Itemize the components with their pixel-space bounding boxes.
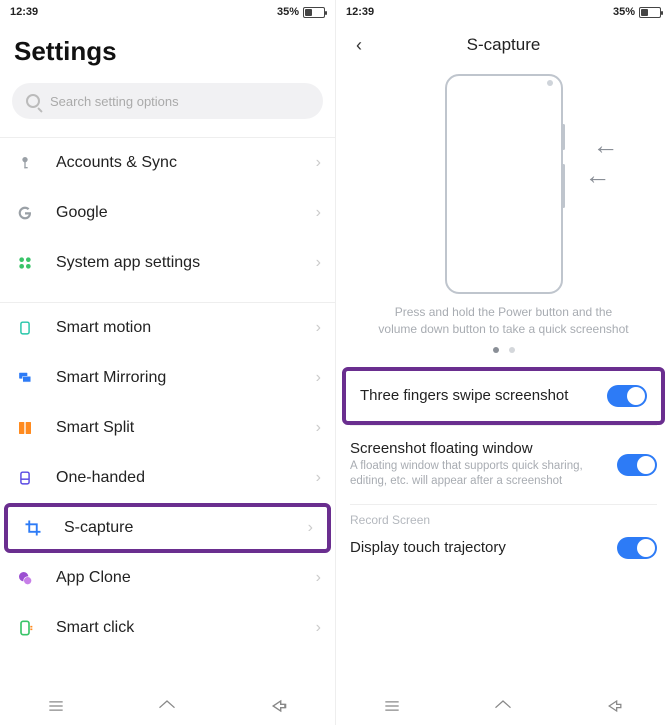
- chevron-right-icon: ›: [316, 619, 321, 637]
- arrow-icon: ←: [593, 132, 619, 158]
- phone-illustration: [445, 74, 563, 294]
- crop-icon: [22, 519, 44, 537]
- phone-icon: [14, 319, 36, 337]
- settings-item-one-handed[interactable]: One-handed›: [0, 453, 335, 503]
- page-indicator[interactable]: [493, 347, 515, 353]
- status-bar: 12:39 35%: [0, 0, 335, 22]
- settings-item-label: Smart click: [56, 619, 316, 637]
- settings-item-label: Smart Split: [56, 419, 316, 437]
- setting-desc: A floating window that supports quick sh…: [350, 459, 590, 490]
- settings-item-system-app-settings[interactable]: System app settings›: [0, 238, 335, 288]
- settings-item-label: Google: [56, 204, 316, 222]
- settings-item-accounts-sync[interactable]: Accounts & Sync›: [0, 138, 335, 188]
- settings-item-app-clone[interactable]: App Clone›: [0, 553, 335, 603]
- chevron-right-icon: ›: [316, 254, 321, 272]
- settings-item-label: Smart Mirroring: [56, 369, 316, 387]
- settings-screen: 12:39 35% Settings Search setting option…: [0, 0, 335, 725]
- section-header: Record Screen: [336, 505, 671, 529]
- setting-three-finger[interactable]: Three fingers swipe screenshot: [346, 371, 661, 421]
- smartclick-icon: [14, 619, 36, 637]
- subheader: ‹ S-capture: [336, 22, 671, 68]
- toggle-switch[interactable]: [607, 385, 647, 407]
- setting-label: Display touch trajectory: [350, 539, 506, 556]
- nav-home[interactable]: [493, 696, 513, 721]
- illustration: ← ← Press and hold the Power button and …: [336, 68, 671, 367]
- battery-pct: 35%: [277, 6, 299, 18]
- settings-item-s-capture[interactable]: S-capture›: [4, 503, 331, 553]
- chevron-right-icon: ›: [308, 519, 313, 537]
- onehand-icon: [14, 469, 36, 487]
- setting-label: Screenshot floating window: [350, 440, 590, 457]
- nav-bar: [336, 691, 671, 725]
- apps-icon: [14, 255, 36, 271]
- nav-back[interactable]: [605, 696, 625, 721]
- nav-recent[interactable]: [382, 696, 402, 721]
- search-placeholder: Search setting options: [50, 94, 179, 109]
- settings-item-label: Smart motion: [56, 319, 316, 337]
- page-title: Settings: [0, 22, 335, 79]
- battery-icon: [639, 7, 661, 18]
- arrow-icon: ←: [585, 162, 611, 188]
- settings-item-smart-mirroring[interactable]: Smart Mirroring›: [0, 353, 335, 403]
- setting-label: Three fingers swipe screenshot: [360, 387, 568, 404]
- chevron-right-icon: ›: [316, 419, 321, 437]
- nav-bar: [0, 691, 335, 725]
- search-icon: [26, 94, 40, 108]
- setting-touch-trajectory[interactable]: Display touch trajectory: [336, 529, 671, 573]
- chevron-right-icon: ›: [316, 569, 321, 587]
- settings-item-label: S-capture: [64, 519, 308, 537]
- chevron-right-icon: ›: [316, 204, 321, 222]
- toggle-switch[interactable]: [617, 537, 657, 559]
- settings-item-label: One-handed: [56, 469, 316, 487]
- battery-icon: [303, 7, 325, 18]
- settings-item-smart-click[interactable]: Smart click›: [0, 603, 335, 653]
- chevron-right-icon: ›: [316, 469, 321, 487]
- illustration-caption: Press and hold the Power button and the …: [376, 304, 631, 339]
- settings-item-smart-split[interactable]: Smart Split›: [0, 403, 335, 453]
- settings-item-label: Accounts & Sync: [56, 154, 316, 172]
- status-bar: 12:39 35%: [336, 0, 671, 22]
- nav-back[interactable]: [269, 696, 289, 721]
- nav-recent[interactable]: [46, 696, 66, 721]
- page-title: S-capture: [336, 35, 671, 55]
- split-icon: [14, 420, 36, 436]
- status-time: 12:39: [10, 6, 38, 18]
- chevron-right-icon: ›: [316, 369, 321, 387]
- s-capture-screen: 12:39 35% ‹ S-capture ← ← Press and hold…: [335, 0, 671, 725]
- settings-item-label: System app settings: [56, 254, 316, 272]
- settings-item-smart-motion[interactable]: Smart motion›: [0, 303, 335, 353]
- search-input[interactable]: Search setting options: [12, 83, 323, 119]
- chevron-right-icon: ›: [316, 319, 321, 337]
- settings-item-label: App Clone: [56, 569, 316, 587]
- toggle-switch[interactable]: [617, 454, 657, 476]
- highlighted-setting: Three fingers swipe screenshot: [342, 367, 665, 425]
- settings-item-google[interactable]: Google›: [0, 188, 335, 238]
- clone-icon: [14, 570, 36, 586]
- setting-floating-window[interactable]: Screenshot floating window A floating wi…: [336, 426, 671, 504]
- google-icon: [14, 204, 36, 222]
- battery-pct: 35%: [613, 6, 635, 18]
- status-time: 12:39: [346, 6, 374, 18]
- back-button[interactable]: ‹: [348, 31, 370, 60]
- key-icon: [14, 155, 36, 171]
- nav-home[interactable]: [157, 696, 177, 721]
- chevron-right-icon: ›: [316, 154, 321, 172]
- cast-icon: [14, 371, 36, 385]
